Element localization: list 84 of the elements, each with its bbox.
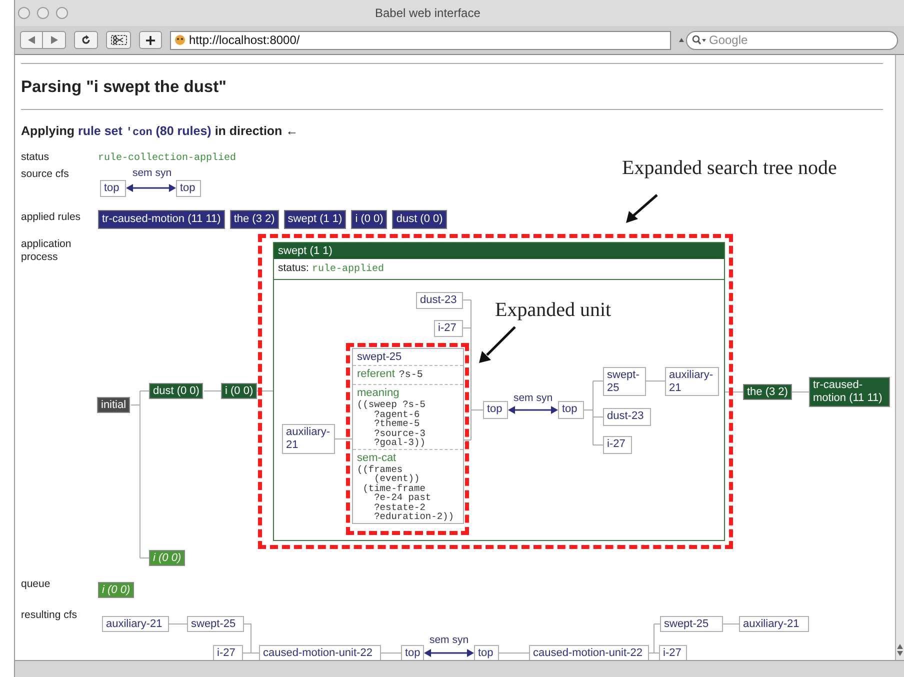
forward-arrow-icon bbox=[50, 36, 58, 44]
status-value: rule-collection-applied bbox=[98, 152, 236, 166]
applied-rule-tag[interactable]: dust (0 0) bbox=[392, 210, 447, 229]
back-arrow-icon bbox=[28, 36, 35, 44]
unit-node[interactable]: swept-25 bbox=[603, 367, 646, 396]
field-label: status: bbox=[278, 261, 309, 276]
sem-syn-label: sem syn bbox=[512, 392, 554, 404]
unit-name: swept-25 bbox=[353, 349, 463, 366]
node-title-bar[interactable]: swept (1 1) bbox=[274, 243, 724, 259]
unit-node[interactable]: dust-23 bbox=[416, 292, 463, 309]
favicon-icon bbox=[174, 34, 186, 46]
unit-node[interactable]: top bbox=[100, 180, 126, 197]
double-arrow bbox=[508, 406, 558, 414]
applied-rule-tag[interactable]: i (0 0) bbox=[351, 210, 388, 229]
connector-line bbox=[648, 624, 660, 654]
forward-button[interactable] bbox=[43, 31, 66, 49]
url-text: http://localhost:8000/ bbox=[189, 32, 300, 49]
field-label: application process bbox=[21, 238, 72, 265]
unit-node[interactable]: top bbox=[176, 180, 201, 197]
rule-set-heading: Applying rule set 'con (80 rules) in direction ← bbox=[21, 123, 300, 141]
unit-node[interactable]: auxiliary-21 bbox=[282, 424, 335, 454]
unit-node[interactable]: top bbox=[483, 401, 508, 419]
sem-syn-label: sem syn bbox=[428, 634, 470, 646]
field-label: source cfs bbox=[21, 167, 70, 182]
double-arrow bbox=[126, 184, 176, 192]
unit-node[interactable]: i-27 bbox=[213, 645, 243, 660]
unit-node[interactable]: auxiliary-21 bbox=[739, 616, 809, 632]
feature-name: referent bbox=[357, 367, 395, 381]
connector-line bbox=[204, 390, 222, 392]
feature-value: ?s-5 bbox=[398, 369, 423, 383]
unit-node[interactable]: auxiliary-21 bbox=[665, 367, 719, 396]
reload-button[interactable] bbox=[74, 31, 98, 49]
field-label: queue bbox=[21, 577, 52, 591]
unit-node[interactable]: i-27 bbox=[603, 436, 632, 454]
pointer-arrow bbox=[479, 326, 516, 363]
applied-rule-tag[interactable]: the (3 2) bbox=[230, 210, 279, 229]
expanded-unit-node[interactable]: swept-25 referent ?s-5 meaning ((sweep ?s-5 ?agent-6 ?theme-5 ?source-3 ?goal-3)) sem-cat ((frames (event)) (time-frame ?e-24 past ?estate-2 ?eduration-2)) bbox=[352, 348, 464, 524]
unit-node[interactable]: auxiliary-21 bbox=[102, 616, 169, 632]
feature-name: sem-cat bbox=[357, 450, 398, 464]
annotation-text: Expanded search tree node bbox=[622, 156, 838, 180]
unit-node[interactable]: swept-25 bbox=[660, 616, 723, 632]
search-icon bbox=[692, 35, 706, 45]
scroll-down-icon[interactable] bbox=[897, 651, 903, 656]
search-input[interactable]: Google bbox=[709, 31, 889, 49]
connector-line bbox=[242, 624, 260, 654]
feature-name: meaning bbox=[357, 386, 400, 400]
snip-button[interactable] bbox=[106, 31, 131, 49]
scissors-icon bbox=[110, 35, 126, 45]
unit-node[interactable]: swept-25 bbox=[187, 616, 244, 632]
pointer-arrow bbox=[626, 194, 658, 223]
plus-icon bbox=[146, 36, 155, 44]
feature-value: ((frames (event)) (time-frame ?e-24 past ?estate-2 ?eduration-2)) bbox=[357, 464, 455, 522]
page-heading: Parsing "i swept the dust" bbox=[21, 77, 228, 97]
caret-icon bbox=[679, 38, 684, 42]
field-label: resulting cfs bbox=[21, 608, 78, 622]
connector-line bbox=[380, 652, 402, 654]
unit-node[interactable]: caused-motion-unit-22 bbox=[529, 645, 649, 660]
status-value: rule-applied bbox=[312, 262, 384, 276]
address-field[interactable]: http://localhost:8000/ bbox=[170, 30, 671, 50]
unit-node[interactable]: caused-motion-unit-22 bbox=[259, 645, 381, 660]
double-arrow bbox=[424, 649, 474, 657]
annotation-text: Expanded unit bbox=[495, 298, 612, 322]
scroll-up-icon[interactable] bbox=[897, 644, 903, 649]
back-button[interactable] bbox=[20, 31, 43, 49]
add-bookmark-button[interactable] bbox=[139, 31, 162, 49]
connector-line bbox=[646, 380, 666, 382]
field-label: status bbox=[21, 150, 50, 166]
applied-rule-tag[interactable]: swept (1 1) bbox=[284, 210, 346, 229]
unit-node[interactable]: dust-23 bbox=[603, 408, 651, 426]
connector-line bbox=[334, 438, 352, 440]
applied-rule-tag[interactable]: tr-caused-motion (11 11) bbox=[98, 210, 225, 229]
unit-node[interactable]: top bbox=[558, 401, 584, 419]
unit-node[interactable]: top bbox=[401, 645, 424, 660]
field-label: applied rules bbox=[21, 210, 82, 224]
sem-syn-label: sem syn bbox=[131, 167, 173, 179]
search-field[interactable]: Google bbox=[686, 30, 898, 50]
feature-value: ((sweep ?s-5 ?agent-6 ?theme-5 ?source-3 ?goal-3)) bbox=[357, 400, 426, 448]
unit-node[interactable]: i-27 bbox=[659, 645, 687, 660]
reload-icon bbox=[81, 35, 91, 45]
unit-node[interactable]: top bbox=[474, 645, 499, 660]
window-title: Babel web interface bbox=[375, 5, 480, 22]
connector-line bbox=[498, 652, 530, 654]
unit-node[interactable]: i-27 bbox=[434, 320, 463, 337]
connector-line bbox=[584, 380, 604, 446]
